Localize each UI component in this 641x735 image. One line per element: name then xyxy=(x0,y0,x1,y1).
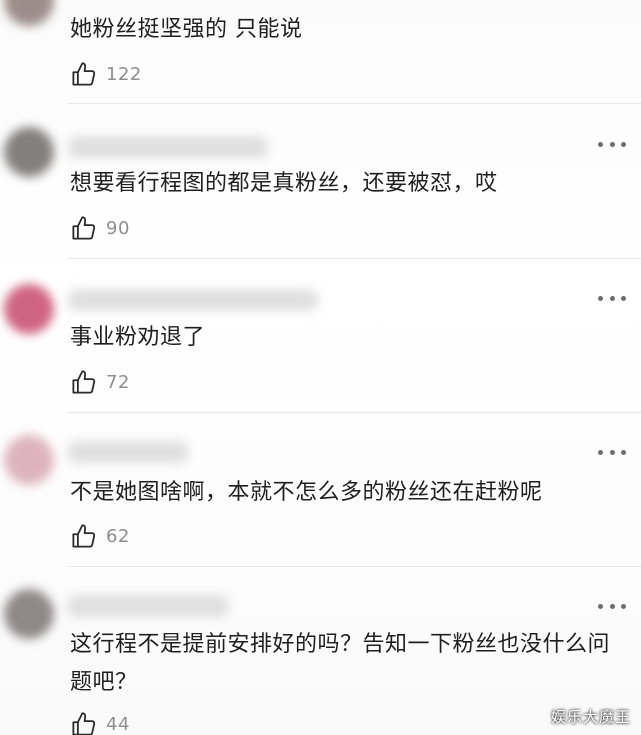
comment-text: 她粉丝挺坚强的 只能说 xyxy=(70,17,303,42)
like-button[interactable]: 62 xyxy=(70,521,130,551)
like-count: 62 xyxy=(106,525,130,547)
thumbs-up-icon xyxy=(72,215,96,240)
like-count: 90 xyxy=(106,217,130,239)
comment-text: 想要看行程图的都是真粉丝，还要被怼，哎 xyxy=(70,171,498,196)
avatar[interactable] xyxy=(4,435,54,485)
username[interactable] xyxy=(68,441,188,463)
like-button[interactable]: 122 xyxy=(70,59,142,89)
like-count: 122 xyxy=(106,63,142,85)
like-button[interactable]: 90 xyxy=(70,213,130,243)
comment-text: 事业粉劝退了 xyxy=(70,325,206,350)
thumbs-up-icon xyxy=(72,61,96,86)
thumbs-up-icon xyxy=(72,523,96,548)
more-dots-icon[interactable] xyxy=(598,445,626,459)
comment-item: 她粉丝挺坚强的 只能说 122 xyxy=(0,0,641,104)
username[interactable] xyxy=(68,595,228,617)
thumbs-up-icon xyxy=(72,711,96,735)
thumbs-up-icon xyxy=(72,369,96,394)
comment-item: 想要看行程图的都是真粉丝，还要被怼，哎 90 xyxy=(0,104,641,259)
username[interactable] xyxy=(68,136,268,158)
avatar[interactable] xyxy=(4,127,54,177)
comment-list: 她粉丝挺坚强的 只能说 122 想要看行程图的都是真粉丝，还要被怼，哎 90 事… xyxy=(0,0,641,735)
comment-text: 这行程不是提前安排好的吗？告知一下粉丝也没什么问题吧？ xyxy=(70,632,611,695)
more-dots-icon[interactable] xyxy=(598,599,626,613)
more-dots-icon[interactable] xyxy=(598,137,626,151)
avatar[interactable] xyxy=(4,284,54,334)
avatar[interactable] xyxy=(4,0,54,26)
comment-item: 事业粉劝退了 72 xyxy=(0,259,641,413)
avatar[interactable] xyxy=(4,589,54,639)
like-count: 72 xyxy=(106,371,130,393)
comment-item: 这行程不是提前安排好的吗？告知一下粉丝也没什么问题吧？ 44 xyxy=(0,567,641,735)
watermark: 娱乐大魔王 xyxy=(550,708,631,726)
more-dots-icon[interactable] xyxy=(598,291,626,305)
comment-text: 不是她图啥啊，本就不怎么多的粉丝还在赶粉呢 xyxy=(70,480,543,505)
comment-item: 不是她图啥啊，本就不怎么多的粉丝还在赶粉呢 62 xyxy=(0,413,641,567)
like-button[interactable]: 72 xyxy=(70,367,130,397)
like-count: 44 xyxy=(106,713,130,735)
username[interactable] xyxy=(68,289,318,311)
like-button[interactable]: 44 xyxy=(70,709,130,735)
